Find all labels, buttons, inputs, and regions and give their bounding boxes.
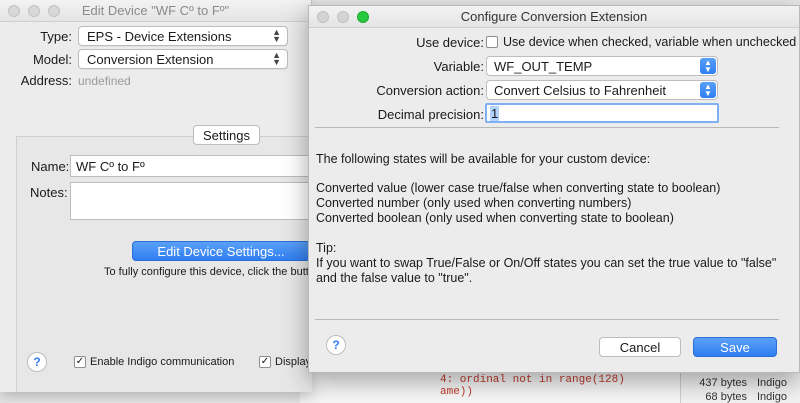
use-device-checkbox[interactable] — [486, 36, 498, 48]
use-device-label: Use device: — [416, 35, 484, 50]
configure-conversion-window: Configure Conversion Extension Use devic… — [308, 5, 800, 373]
decimal-precision-field[interactable]: 1 — [485, 103, 719, 123]
display-checkbox-row[interactable]: ✓ Display — [259, 356, 311, 368]
edit-device-titlebar: Edit Device "WF Cº to Fº" — [0, 0, 311, 22]
model-value: Conversion Extension — [87, 51, 214, 67]
window-controls — [8, 5, 60, 17]
state-line: Converted value (lower case true/false w… — [316, 181, 721, 195]
use-device-text: Use device when checked, variable when u… — [503, 35, 797, 49]
file-owner: Indigo — [757, 377, 787, 389]
decimal-precision-value: 1 — [490, 105, 500, 121]
name-field[interactable]: WF Cº to Fº — [70, 155, 310, 177]
log-line: ame)) — [440, 386, 474, 398]
variable-value: WF_OUT_TEMP — [494, 58, 593, 74]
window-title: Configure Conversion Extension — [460, 9, 648, 24]
display-checkbox[interactable]: ✓ — [259, 356, 271, 368]
minimize-window-button[interactable] — [28, 5, 40, 17]
question-mark-icon: ? — [332, 338, 340, 352]
state-line: Converted number (only used when convert… — [316, 196, 632, 210]
popup-stepper-icon: ▲ ▼ — [700, 58, 716, 74]
address-row: Address: undefined — [0, 73, 131, 88]
log-line: 4: ordinal not in range(128) — [440, 374, 625, 386]
close-window-button[interactable] — [8, 5, 20, 17]
question-mark-icon: ? — [33, 355, 41, 369]
tip-line: and the false value to "true". — [316, 271, 473, 285]
settings-tab-button[interactable]: Settings — [193, 125, 260, 145]
close-window-button[interactable] — [317, 11, 329, 23]
zoom-window-button[interactable] — [48, 5, 60, 17]
notes-label: Notes: — [30, 185, 68, 200]
zoom-window-button[interactable] — [357, 11, 369, 23]
window-controls — [317, 11, 369, 23]
name-label: Name: — [31, 159, 70, 174]
config-titlebar: Configure Conversion Extension — [309, 6, 799, 28]
enable-indigo-label: Enable Indigo communication — [90, 356, 235, 368]
conversion-action-label: Conversion action: — [376, 83, 484, 98]
window-title: Edit Device "WF Cº to Fº" — [81, 3, 230, 18]
help-button[interactable]: ? — [27, 352, 47, 372]
file-size: 68 bytes — [705, 391, 747, 403]
type-row: Type: EPS - Device Extensions ▲ ▼ — [0, 26, 288, 46]
states-intro: The following states will be available f… — [316, 152, 651, 166]
tip-line: If you want to swap True/False or On/Off… — [316, 256, 777, 270]
file-row[interactable]: 68 bytes Indigo — [695, 390, 800, 403]
updown-arrows-icon: ▲ ▼ — [272, 27, 281, 44]
decimal-precision-label: Decimal precision: — [377, 107, 484, 122]
minimize-window-button[interactable] — [337, 11, 349, 23]
variable-popup[interactable]: WF_OUT_TEMP ▲ ▼ — [486, 56, 718, 76]
help-button[interactable]: ? — [326, 335, 346, 355]
address-value: undefined — [78, 73, 131, 88]
conversion-action-value: Convert Celsius to Fahrenheit — [494, 82, 666, 98]
file-size: 437 bytes — [699, 377, 747, 389]
popup-stepper-icon: ▲ ▼ — [700, 82, 716, 98]
save-button[interactable]: Save — [693, 337, 777, 357]
updown-arrows-icon: ▲ ▼ — [272, 50, 281, 67]
model-label: Model: — [32, 51, 72, 67]
file-owner: Indigo — [757, 391, 787, 403]
state-line: Converted boolean (only used when conver… — [316, 211, 674, 225]
notes-field[interactable] — [70, 182, 310, 220]
configure-hint-text: To fully configure this device, click th… — [104, 266, 310, 278]
file-row[interactable]: 437 bytes Indigo — [695, 376, 800, 390]
cancel-button[interactable]: Cancel — [599, 337, 681, 357]
edit-device-settings-button[interactable]: Edit Device Settings... — [132, 241, 310, 261]
type-label: Type: — [40, 28, 72, 44]
use-device-checkbox-row[interactable]: Use device when checked, variable when u… — [486, 35, 796, 49]
model-popup[interactable]: Conversion Extension ▲ ▼ — [78, 49, 288, 69]
enable-indigo-checkbox-row[interactable]: ✓ Enable Indigo communication — [74, 356, 234, 368]
variable-label: Variable: — [433, 59, 484, 74]
footer-divider — [315, 319, 779, 320]
address-label: Address: — [20, 73, 72, 88]
display-label: Display — [275, 356, 312, 368]
enable-indigo-checkbox[interactable]: ✓ — [74, 356, 86, 368]
type-popup[interactable]: EPS - Device Extensions ▲ ▼ — [78, 26, 288, 46]
tip-heading: Tip: — [316, 241, 337, 255]
edit-device-window: Edit Device "WF Cº to Fº" Type: EPS - De… — [0, 0, 312, 392]
model-row: Model: Conversion Extension ▲ ▼ — [0, 49, 288, 69]
conversion-action-popup[interactable]: Convert Celsius to Fahrenheit ▲ ▼ — [486, 80, 718, 100]
type-value: EPS - Device Extensions — [87, 28, 232, 44]
section-divider — [315, 127, 779, 128]
